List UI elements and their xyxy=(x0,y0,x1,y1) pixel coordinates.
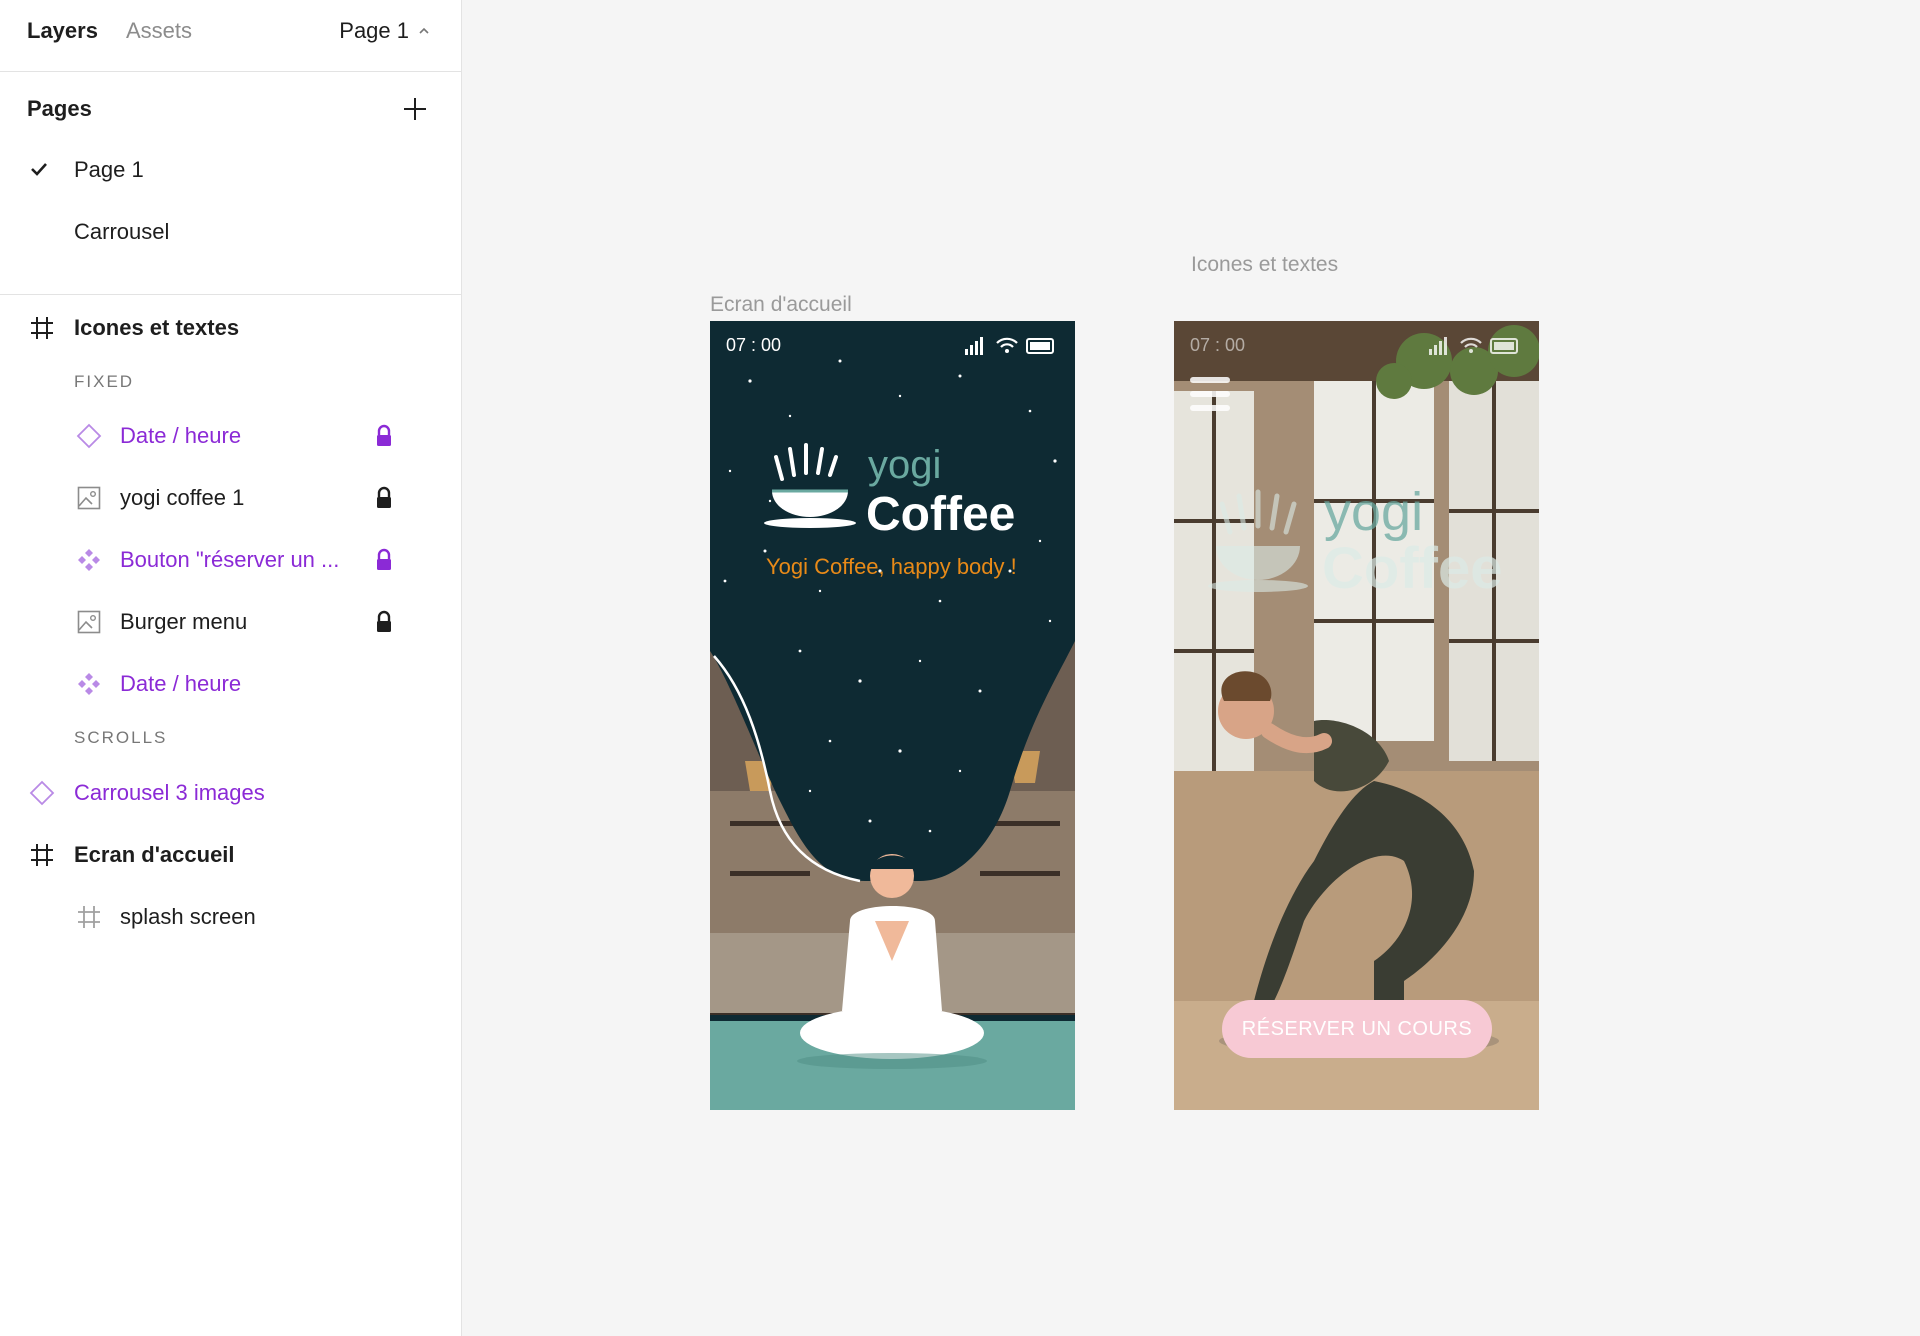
lock-icon[interactable] xyxy=(374,610,394,634)
image-icon xyxy=(77,610,101,634)
layer-label: splash screen xyxy=(120,904,256,929)
component-instance-icon xyxy=(29,780,55,806)
fixed-section-label: FIXED xyxy=(74,372,135,391)
splash-illustration xyxy=(710,321,1075,1110)
layer-frame-ecran-accueil[interactable]: Ecran d'accueil xyxy=(0,829,461,881)
layer-label: yogi coffee 1 xyxy=(120,485,245,510)
layer-splash-screen[interactable]: splash screen xyxy=(0,891,461,943)
layer-label: Icones et textes xyxy=(74,315,240,340)
tab-assets[interactable]: Assets xyxy=(126,18,192,44)
layer-burger-menu[interactable]: Burger menu xyxy=(0,596,461,648)
logo-coffee: Coffee xyxy=(1322,536,1503,601)
frame-label-ecran-accueil[interactable]: Ecran d'accueil xyxy=(710,293,852,317)
layer-label: Burger menu xyxy=(120,609,248,634)
layer-frame-icones-et-textes[interactable]: Icones et textes xyxy=(0,302,461,354)
layer-bouton-reserver[interactable]: Bouton "réserver un ... xyxy=(0,534,461,586)
lock-icon[interactable] xyxy=(374,486,394,510)
tab-layers[interactable]: Layers xyxy=(27,18,98,44)
frame-icon xyxy=(78,906,100,928)
scrolls-section-label: SCROLLS xyxy=(74,728,168,747)
layers-panel: Layers Assets Page 1 Pages Page 1 Carrou… xyxy=(0,0,462,1336)
pages-title: Pages xyxy=(27,96,92,121)
chevron-up-icon xyxy=(419,27,429,34)
page-selector-label: Page 1 xyxy=(339,18,409,43)
yoga-studio-photo xyxy=(1174,321,1539,1110)
logo-mark-icon xyxy=(1208,489,1308,592)
layer-label: Bouton "réserver un ... xyxy=(120,547,340,572)
component-instance-icon xyxy=(76,423,102,449)
panel-tabs: Layers Assets Page 1 xyxy=(0,0,461,72)
layer-date-heure-instance[interactable]: Date / heure xyxy=(0,410,461,462)
layer-label: Date / heure xyxy=(120,671,242,696)
pages-section: Pages Page 1 Carrousel xyxy=(0,72,461,295)
signal-icon xyxy=(965,337,983,355)
reserver-cours-button[interactable]: RÉSERVER UN COURS xyxy=(1222,1000,1492,1058)
layer-date-heure-component[interactable]: Date / heure xyxy=(0,658,461,710)
splash-screen-frame[interactable]: 07 : 00 yogi Coffee Yogi Coffee, happy b… xyxy=(710,321,1075,1110)
logo-coffee: Coffee xyxy=(866,488,1016,541)
logo-yogi: yogi xyxy=(1324,482,1424,542)
reserver-cours-label: RÉSERVER UN COURS xyxy=(1241,1017,1473,1040)
component-icon xyxy=(78,673,100,695)
component-icon xyxy=(78,549,100,571)
frame-label-icones-et-textes[interactable]: Icones et textes xyxy=(1191,253,1338,277)
wifi-icon xyxy=(1460,337,1482,348)
burger-menu-icon[interactable] xyxy=(1178,371,1240,421)
layer-label: Carrousel 3 images xyxy=(74,780,265,805)
image-icon xyxy=(77,486,101,510)
page-item-label: Page 1 xyxy=(74,157,144,182)
page-item-page-1[interactable]: Page 1 xyxy=(0,144,461,196)
layer-carrousel-3-images[interactable]: Carrousel 3 images xyxy=(0,767,461,819)
status-time: 07 : 00 xyxy=(1190,335,1246,355)
icones-textes-frame[interactable]: 07 : 00 yogi Coffee RÉSERVER UN COURS xyxy=(1174,321,1539,1110)
page-item-label: Carrousel xyxy=(74,219,170,244)
logo-yogi: yogi xyxy=(868,443,942,487)
tagline: Yogi Coffee, happy body ! xyxy=(766,554,1017,579)
status-bar-icons xyxy=(965,337,1054,355)
status-time: 07 : 00 xyxy=(726,335,782,355)
frame-icon xyxy=(31,844,53,866)
checkmark-icon xyxy=(31,163,47,176)
signal-icon xyxy=(1429,337,1447,355)
layer-yogi-coffee-1[interactable]: yogi coffee 1 xyxy=(0,472,461,524)
layer-label: Ecran d'accueil xyxy=(74,842,235,867)
layer-label: Date / heure xyxy=(120,423,242,448)
wifi-icon xyxy=(996,337,1018,348)
lock-icon[interactable] xyxy=(374,548,394,572)
lock-icon[interactable] xyxy=(374,424,394,448)
add-page-icon[interactable] xyxy=(400,94,430,124)
status-bar-icons xyxy=(1429,337,1518,355)
page-item-carrousel[interactable]: Carrousel xyxy=(0,206,461,258)
frame-icon xyxy=(31,317,53,339)
page-selector[interactable]: Page 1 xyxy=(339,18,431,44)
